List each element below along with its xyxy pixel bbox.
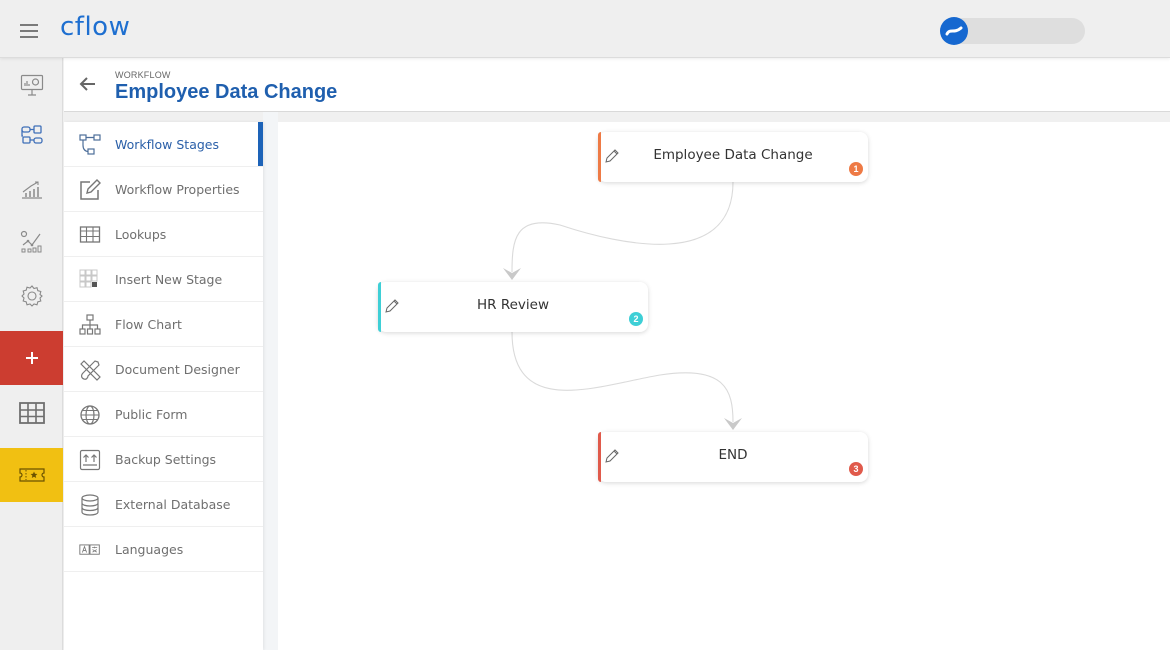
stage-node-1[interactable]: Employee Data Change 1 [598, 132, 868, 182]
language-translate-icon [79, 544, 100, 555]
table-icon [79, 226, 101, 243]
arrow-left-icon [79, 77, 95, 91]
growth-bar-chart-icon [21, 181, 42, 199]
content-gutter [263, 112, 278, 650]
rail-workflows[interactable] [0, 108, 63, 162]
monitor-chart-icon [20, 74, 43, 96]
edit-square-icon [80, 179, 101, 200]
database-icon [81, 494, 99, 516]
menu-item-languages[interactable]: Languages [64, 527, 263, 572]
menu-item-insert-new-stage[interactable]: Insert New Stage [64, 257, 263, 302]
menu-item-label: Public Form [115, 406, 188, 422]
page-header: WORKFLOW Employee Data Change [64, 58, 1170, 112]
active-menu-indicator [258, 122, 263, 166]
menu-item-workflow-properties[interactable]: Workflow Properties [64, 167, 263, 212]
menu-item-backup-settings[interactable]: Backup Settings [64, 437, 263, 482]
gear-icon [20, 285, 43, 307]
analytics-line-chart-icon [20, 230, 41, 253]
rail-dashboard[interactable] [0, 58, 63, 112]
globe-icon [80, 405, 100, 425]
menu-item-label: Workflow Properties [115, 181, 240, 197]
rail-tables[interactable] [0, 386, 63, 440]
menu-item-label: Backup Settings [115, 451, 217, 467]
design-tools-icon [80, 360, 101, 381]
stage-node-3[interactable]: END 3 [598, 432, 868, 482]
workflow-stages-icon [79, 134, 101, 155]
menu-item-label: Document Designer [115, 361, 240, 377]
hamburger-icon[interactable] [20, 24, 38, 38]
stage-number-badge: 3 [849, 462, 863, 476]
menu-item-workflow-stages[interactable]: Workflow Stages [64, 122, 263, 167]
menu-item-label: Lookups [115, 226, 167, 242]
user-profile-button[interactable] [940, 17, 1085, 45]
workflow-canvas[interactable] [278, 122, 1170, 650]
org-chart-icon [79, 314, 101, 335]
menu-item-lookups[interactable]: Lookups [64, 212, 263, 257]
menu-item-label: Languages [115, 541, 184, 557]
back-button[interactable] [78, 74, 100, 96]
menu-item-public-form[interactable]: Public Form [64, 392, 263, 437]
rail-rewards[interactable] [0, 448, 63, 502]
menu-item-label: Flow Chart [115, 316, 182, 332]
left-nav-rail [0, 58, 63, 650]
rail-analytics[interactable] [0, 215, 63, 269]
breadcrumb[interactable]: WORKFLOW [115, 70, 171, 80]
stage-number-badge: 1 [849, 162, 863, 176]
stage-label: Employee Data Change [653, 147, 813, 163]
stage-label: HR Review [477, 297, 549, 313]
top-bar: cflow [0, 0, 1170, 58]
rail-settings[interactable] [0, 269, 63, 323]
ticket-star-icon [18, 468, 45, 482]
stage-node-2[interactable]: HR Review 2 [378, 282, 648, 332]
backup-upload-icon [79, 449, 101, 471]
rail-create-button[interactable] [0, 331, 63, 385]
insert-grid-icon [79, 269, 98, 288]
page-title: Employee Data Change [115, 81, 338, 103]
stage-label: END [718, 447, 748, 463]
menu-item-label: External Database [115, 496, 231, 512]
menu-item-label: Workflow Stages [115, 136, 220, 152]
menu-item-external-database[interactable]: External Database [64, 482, 263, 527]
grid-table-icon [18, 402, 45, 424]
menu-item-label: Insert New Stage [115, 271, 223, 287]
workflow-diagram-icon [20, 125, 43, 144]
cflow-wave-avatar-icon [940, 17, 968, 45]
workflow-submenu: Workflow Stages Workflow Properties Look… [64, 122, 263, 650]
stage-number-badge: 2 [629, 312, 643, 326]
plus-icon [25, 352, 38, 364]
menu-item-flow-chart[interactable]: Flow Chart [64, 302, 263, 347]
menu-item-document-designer[interactable]: Document Designer [64, 347, 263, 392]
rail-reports[interactable] [0, 162, 63, 216]
cflow-logo[interactable]: cflow [60, 12, 130, 42]
